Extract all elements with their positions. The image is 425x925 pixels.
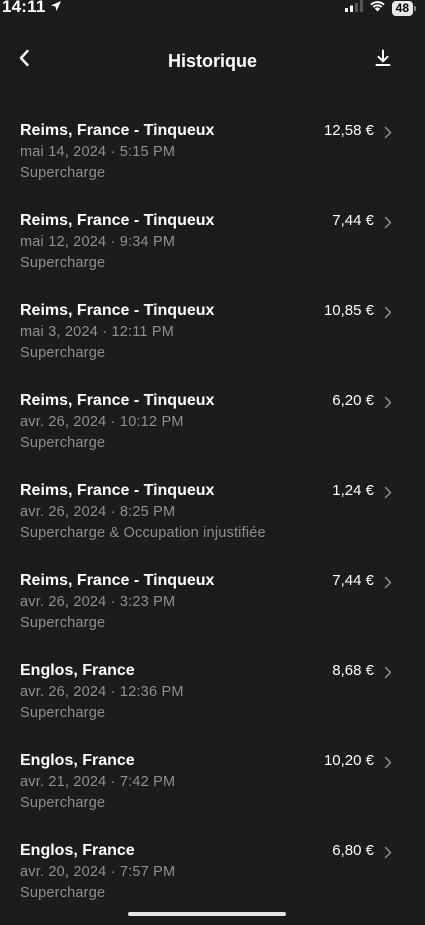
item-amount: 10,20 € <box>323 752 374 769</box>
item-amount: 10,85 € <box>323 302 374 319</box>
chevron-right-icon <box>382 754 394 770</box>
item-type: Supercharge <box>20 165 106 181</box>
item-location: Reims, France - Tinqueux <box>20 122 215 139</box>
item-type: Supercharge <box>20 795 106 811</box>
item-amount: 1,24 € <box>332 482 374 499</box>
item-location: Reims, France - Tinqueux <box>20 482 215 499</box>
item-amount: 7,44 € <box>332 212 374 229</box>
item-location: Englos, France <box>20 752 135 769</box>
chevron-right-icon <box>382 844 394 860</box>
history-item[interactable]: Reims, France - Tinqueux mai 14, 2024 · … <box>0 115 425 205</box>
location-arrow-icon <box>50 0 62 17</box>
home-indicator <box>128 912 286 916</box>
item-location: Reims, France - Tinqueux <box>20 302 215 319</box>
status-bar: 14:11 48 <box>0 0 425 20</box>
history-list: Reims, France - Tinqueux mai 14, 2024 · … <box>0 115 425 925</box>
chevron-right-icon <box>382 124 394 140</box>
item-location: Reims, France - Tinqueux <box>20 572 215 589</box>
history-item[interactable]: Reims, France - Tinqueux avr. 26, 2024 ·… <box>0 565 425 655</box>
download-button[interactable] <box>371 48 395 72</box>
item-datetime: mai 3, 2024 · 12:11 PM <box>20 324 175 340</box>
chevron-right-icon <box>382 574 394 590</box>
page-title: Historique <box>167 51 257 71</box>
download-icon <box>375 49 391 72</box>
battery-indicator: 48 <box>391 0 417 16</box>
history-item[interactable]: Englos, France avr. 21, 2024 · 7:42 PM S… <box>0 745 425 835</box>
item-datetime: avr. 20, 2024 · 7:57 PM <box>20 864 176 880</box>
chevron-right-icon <box>382 484 394 500</box>
item-type: Supercharge <box>20 345 106 361</box>
chevron-right-icon <box>382 394 394 410</box>
item-type: Supercharge & Occupation injustifiée <box>20 525 266 541</box>
item-type: Supercharge <box>20 885 106 901</box>
item-amount: 7,44 € <box>332 572 374 589</box>
history-item[interactable]: Reims, France - Tinqueux avr. 26, 2024 ·… <box>0 385 425 475</box>
item-location: Englos, France <box>20 842 135 859</box>
item-datetime: avr. 21, 2024 · 7:42 PM <box>20 774 176 790</box>
history-item[interactable]: Reims, France - Tinqueux avr. 26, 2024 ·… <box>0 475 425 565</box>
item-type: Supercharge <box>20 615 106 631</box>
item-type: Supercharge <box>20 705 106 721</box>
item-datetime: avr. 26, 2024 · 3:23 PM <box>20 594 176 610</box>
status-indicators: 48 <box>344 0 417 17</box>
history-item[interactable]: Reims, France - Tinqueux mai 12, 2024 · … <box>0 205 425 295</box>
item-datetime: mai 12, 2024 · 9:34 PM <box>20 234 176 250</box>
item-location: Reims, France - Tinqueux <box>20 212 215 229</box>
item-amount: 8,68 € <box>332 662 374 679</box>
item-amount: 6,80 € <box>332 842 374 859</box>
header: Historique <box>0 40 425 84</box>
item-amount: 6,20 € <box>332 392 374 409</box>
signal-icon <box>344 0 363 17</box>
item-datetime: avr. 26, 2024 · 8:25 PM <box>20 504 176 520</box>
item-datetime: avr. 26, 2024 · 12:36 PM <box>20 684 184 700</box>
status-time-group: 14:11 <box>2 0 62 17</box>
wifi-icon <box>369 0 386 17</box>
chevron-right-icon <box>382 214 394 230</box>
status-time: 14:11 <box>2 0 46 16</box>
chevron-right-icon <box>382 664 394 680</box>
item-location: Reims, France - Tinqueux <box>20 392 215 409</box>
item-amount: 12,58 € <box>323 122 374 139</box>
item-type: Supercharge <box>20 435 106 451</box>
item-datetime: mai 14, 2024 · 5:15 PM <box>20 144 176 160</box>
history-item[interactable]: Reims, France - Tinqueux mai 3, 2024 · 1… <box>0 295 425 385</box>
chevron-right-icon <box>382 304 394 320</box>
item-datetime: avr. 26, 2024 · 10:12 PM <box>20 414 184 430</box>
item-type: Supercharge <box>20 255 106 271</box>
item-location: Englos, France <box>20 662 135 679</box>
history-item[interactable]: Englos, France avr. 26, 2024 · 12:36 PM … <box>0 655 425 745</box>
